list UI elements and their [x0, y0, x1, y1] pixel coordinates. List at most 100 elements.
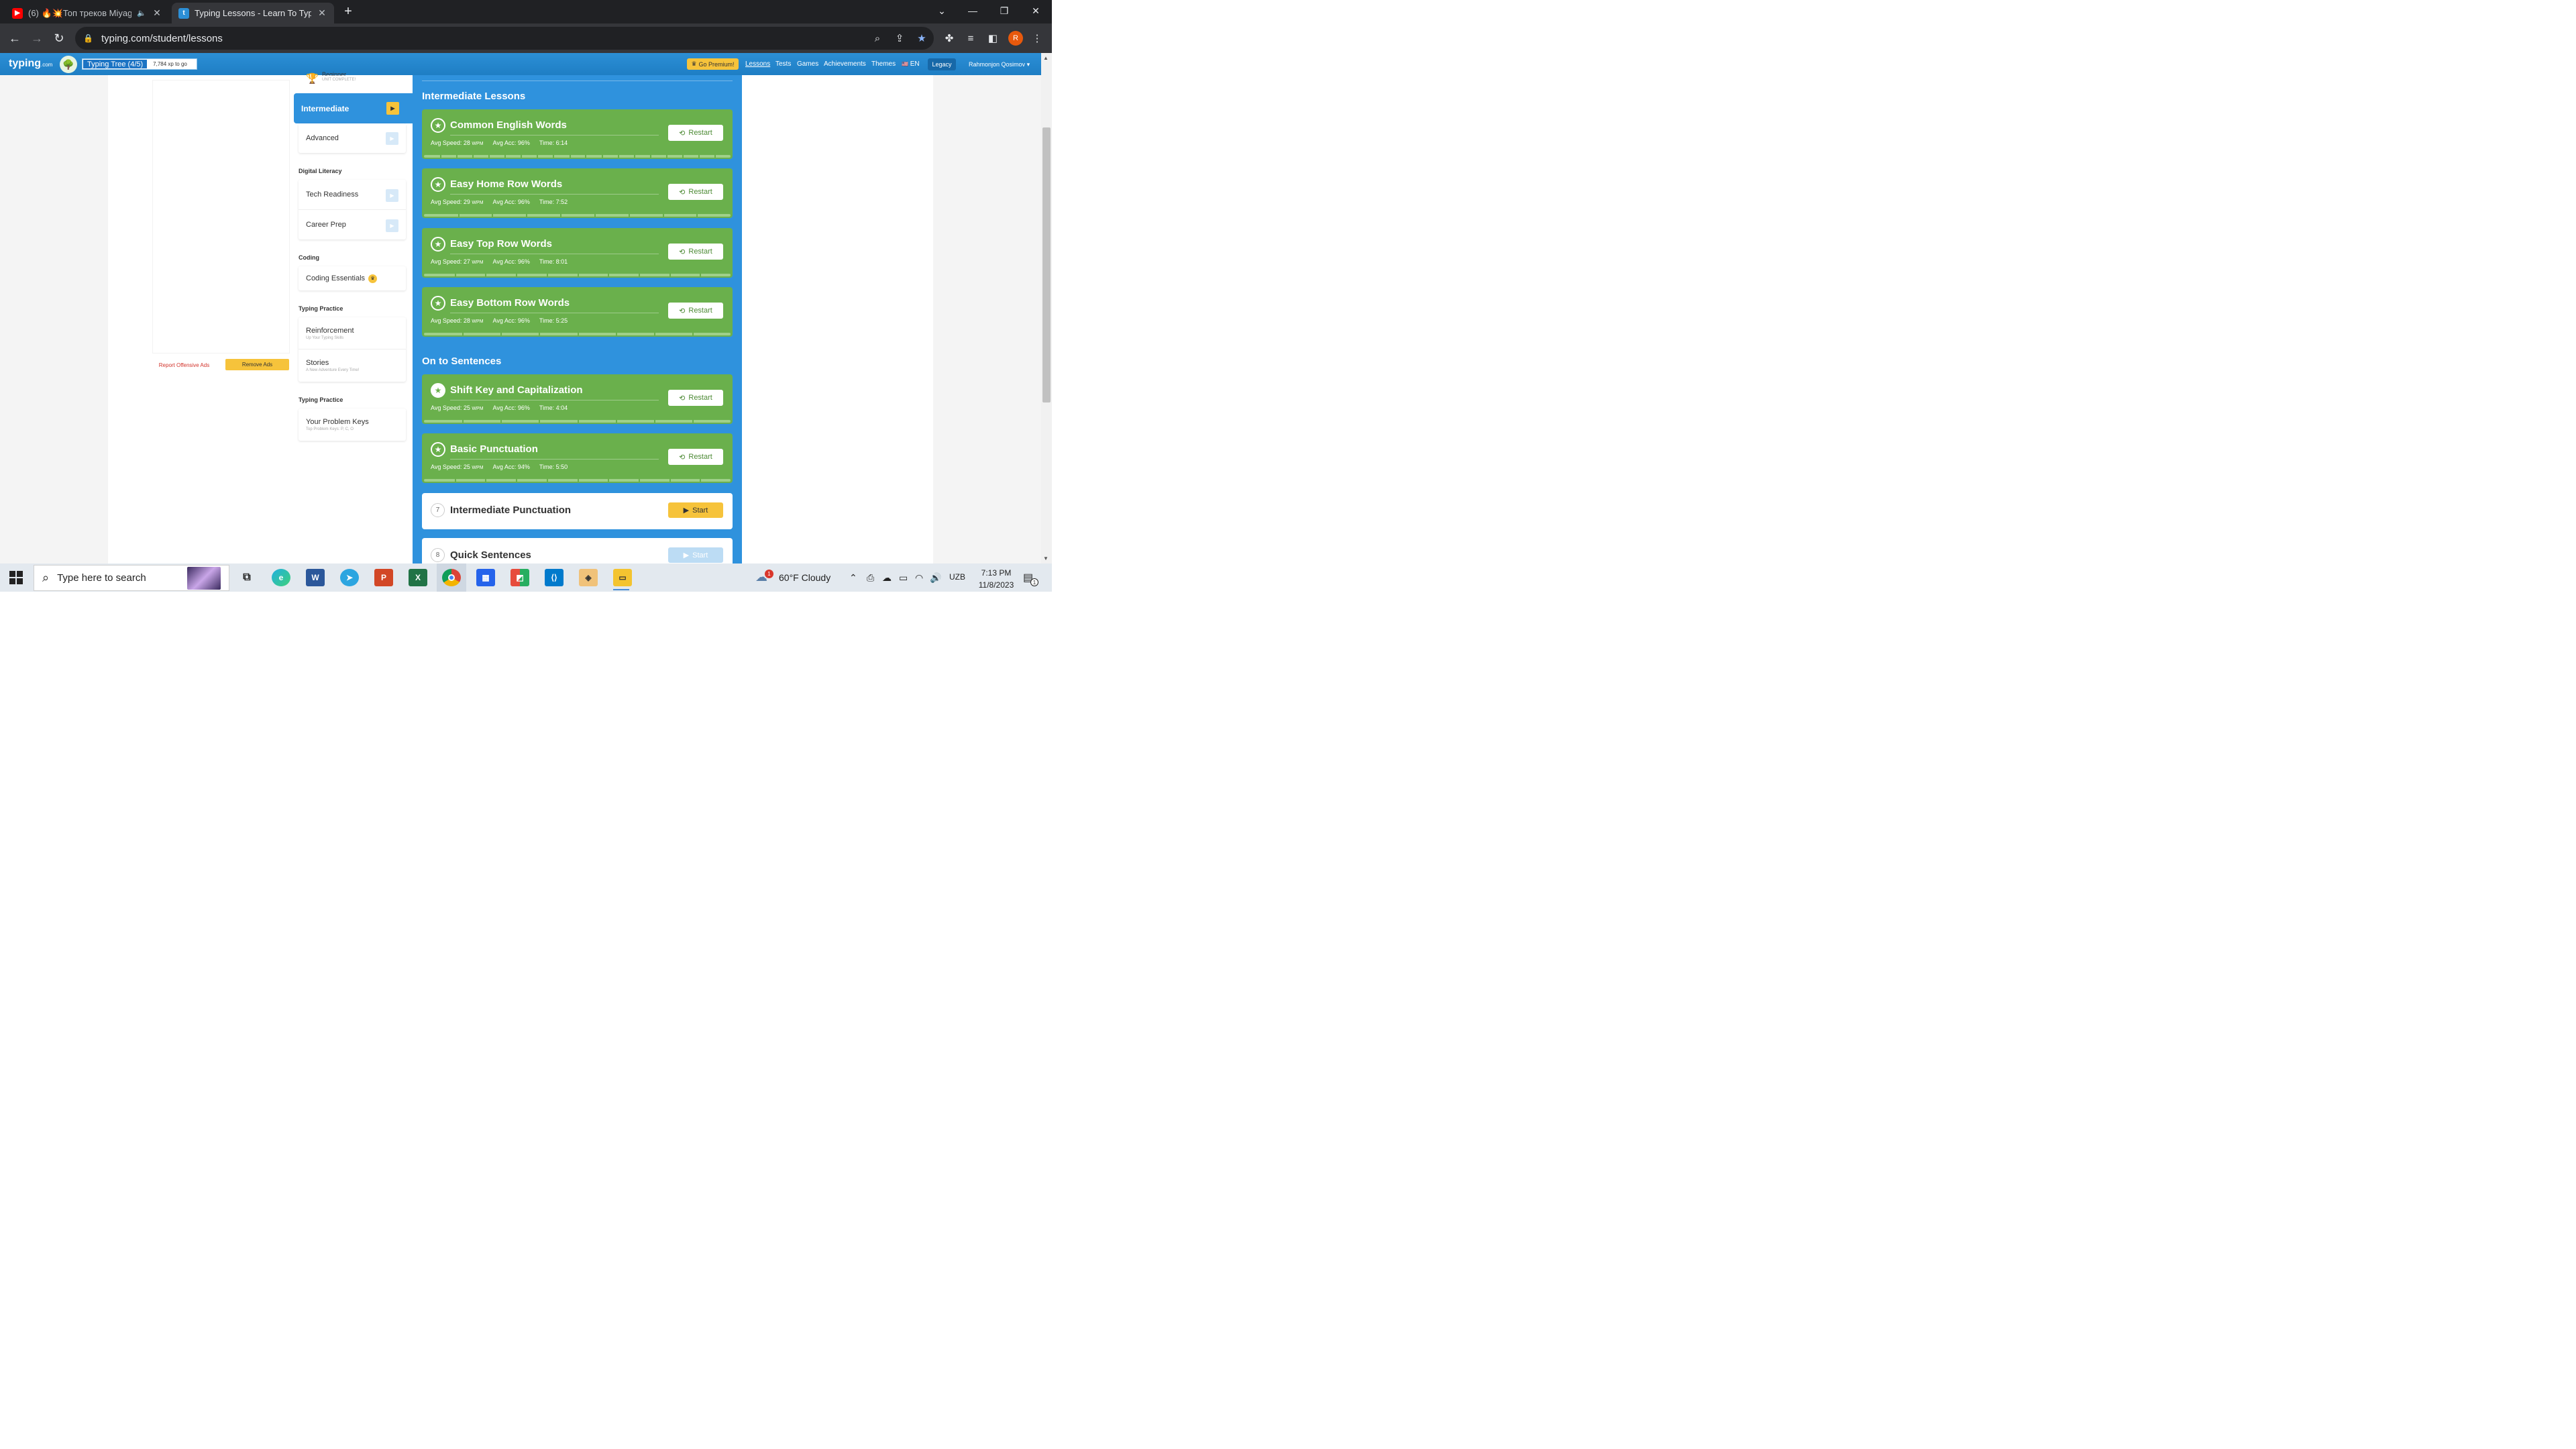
avg-accuracy: Avg Acc: 96% [493, 405, 530, 411]
start-button[interactable]: ▶ Start [668, 547, 723, 563]
lesson-card[interactable]: 7 Intermediate Punctuation ▶ Start [422, 493, 733, 529]
lesson-card[interactable]: ★ Easy Top Row Words Avg Speed: 27 WPM Avg … [422, 228, 733, 278]
battery-icon[interactable]: ▭ [899, 572, 908, 584]
volume-icon[interactable]: 🔊 [930, 572, 941, 584]
nav-achievements[interactable]: Achievements [824, 60, 866, 68]
profile-avatar[interactable]: R [1008, 31, 1023, 46]
powerpoint-icon[interactable]: P [374, 569, 393, 586]
sidebar-item-advanced[interactable]: Advanced ▶ [299, 123, 406, 153]
minimize-button[interactable]: — [957, 0, 988, 21]
legacy-button[interactable]: Legacy [928, 58, 956, 70]
close-window-button[interactable]: ✕ [1020, 0, 1051, 21]
tree-icon[interactable]: 🌳 [60, 56, 77, 73]
restart-button[interactable]: ⟲ Restart [668, 244, 723, 260]
nav-games[interactable]: Games [797, 60, 818, 68]
tab-title: (6) 🔥💥Топ треков Miyagi [28, 7, 132, 18]
reload-icon[interactable]: ↻ [51, 30, 67, 46]
task-view-icon[interactable]: ⧉ [237, 569, 256, 586]
taskbar-search-box[interactable]: ⌕ Type here to search [34, 565, 229, 591]
progress-segment-divider [488, 155, 490, 158]
sidebar-item-career-prep[interactable]: Career Prep ▶ [299, 210, 406, 239]
sidebar-item-beginner[interactable]: 🏆 Beginner UNIT COMPLETE! [299, 71, 406, 93]
clock[interactable]: 7:13 PM 11/8/2023 [966, 567, 1026, 591]
side-panel-icon[interactable]: ◧ [985, 30, 1001, 46]
progress-segment-divider [696, 214, 698, 217]
lock-icon[interactable]: 🔒 [83, 34, 93, 43]
wpm-unit: WPM [472, 260, 484, 265]
speaker-icon[interactable]: 🔈 [137, 9, 146, 17]
wifi-icon[interactable]: ◠ [915, 572, 923, 584]
progress-segment-divider [569, 155, 571, 158]
premium-crown-icon: ♛ [368, 274, 378, 283]
restart-button[interactable]: ⟲ Restart [668, 184, 723, 200]
bookmark-star-icon[interactable]: ★ [914, 30, 930, 46]
windows-start-icon[interactable] [9, 571, 23, 584]
go-premium-button[interactable]: ♛ Go Premium! [687, 58, 739, 70]
forward-icon[interactable]: → [29, 30, 45, 46]
photo-app-icon[interactable]: ◩ [511, 569, 529, 586]
sidebar-item-coding-essentials[interactable]: Coding Essentials ♛ [299, 266, 406, 290]
lesson-card[interactable]: ★ Easy Home Row Words Avg Speed: 29 WPM Avg… [422, 168, 733, 218]
lesson-card[interactable]: ★ Shift Key and Capitalization Avg Speed: … [422, 374, 733, 424]
sidebar-item-stories[interactable]: Stories A New Adventure Every Time! [299, 350, 406, 382]
share-icon[interactable]: ⇪ [892, 30, 908, 46]
telegram-icon[interactable]: ➤ [340, 569, 359, 586]
restart-button[interactable]: ⟲ Restart [668, 390, 723, 406]
back-icon[interactable]: ← [7, 30, 23, 46]
lesson-card[interactable]: ★ Common English Words Avg Speed: 28 WPM Av… [422, 109, 733, 159]
language-selector[interactable]: 🇺🇸 EN [902, 60, 920, 68]
restart-button[interactable]: ⟲ Restart [668, 303, 723, 319]
tab-youtube[interactable]: ▶ (6) 🔥💥Топ треков Miyagi 🔈 ✕ [5, 3, 169, 23]
start-button[interactable]: ▶ Start [668, 502, 723, 518]
kebab-menu-icon[interactable]: ⋮ [1029, 30, 1045, 46]
sidebar-group-digital-literacy: Tech Readiness ▶ Career Prep ▶ [299, 180, 406, 239]
close-tab-icon[interactable]: ✕ [152, 7, 162, 19]
nav-tests[interactable]: Tests [775, 60, 791, 68]
restore-button[interactable]: ❐ [989, 0, 1020, 21]
new-tab-button[interactable]: + [341, 4, 356, 19]
lesson-card[interactable]: ★ Basic Punctuation Avg Speed: 25 WPM Avg A… [422, 433, 733, 483]
remove-ads-button[interactable]: Remove Ads [225, 359, 289, 370]
sidebar-item-reinforcement[interactable]: Reinforcement Up Your Typing Skills [299, 317, 406, 350]
progress-segment-divider [472, 155, 474, 158]
chevron-up-icon[interactable]: ⌃ [849, 572, 857, 584]
progress-segment-divider [537, 155, 539, 158]
device-icon[interactable]: ⎙ [867, 572, 874, 584]
vscode-icon[interactable]: ⟨⟩ [545, 569, 564, 586]
weather-text[interactable]: 60°F Cloudy [779, 572, 830, 583]
nav-lessons[interactable]: Lessons [745, 60, 770, 68]
input-language[interactable]: UZB [949, 572, 965, 582]
scrollbar-thumb[interactable] [1042, 127, 1051, 402]
address-bar[interactable]: 🔒 typing.com/student/lessons [75, 27, 934, 50]
media-controls-icon[interactable]: ≡ [963, 30, 979, 46]
close-tab-icon[interactable]: ✕ [317, 7, 327, 19]
sidebar-item-problem-keys[interactable]: Your Problem Keys Top Problem Keys: P, C,… [299, 409, 406, 441]
chrome-icon[interactable] [442, 569, 461, 586]
nav-themes[interactable]: Themes [871, 60, 896, 68]
onedrive-cloud-icon[interactable]: ☁ [882, 572, 892, 584]
scroll-down-arrow-icon[interactable]: ▼ [1043, 555, 1049, 561]
report-ads-link[interactable]: Report Offensive Ads [152, 360, 216, 370]
typing-tree-progress[interactable]: Typing Tree (4/5) 7,784 xp to go [82, 58, 197, 70]
file-explorer-icon[interactable]: ▭ [613, 569, 632, 586]
scroll-up-arrow-icon[interactable]: ▲ [1043, 55, 1049, 61]
restart-button[interactable]: ⟲ Restart [668, 125, 723, 141]
lesson-card[interactable]: ★ Easy Bottom Row Words Avg Speed: 28 WPM A… [422, 287, 733, 337]
caret-down-icon: ▾ [1026, 61, 1030, 68]
site-logo[interactable]: typing.com [9, 58, 52, 70]
word-icon[interactable]: W [306, 569, 325, 586]
layers-icon[interactable]: ◈ [579, 569, 598, 586]
sidebar-item-intermediate[interactable]: Intermediate ▶ [294, 93, 413, 123]
tab-typing[interactable]: t Typing Lessons - Learn To Type ✕ [172, 3, 334, 23]
edge-icon[interactable]: e [272, 569, 290, 586]
progress-segment-divider [653, 333, 655, 335]
sidebar-item-tech-readiness[interactable]: Tech Readiness ▶ [299, 180, 406, 210]
extensions-icon[interactable]: ✤ [941, 30, 957, 46]
calendar-icon[interactable]: ▦ [476, 569, 495, 586]
zoom-icon[interactable]: ⌕ [869, 30, 885, 46]
user-menu[interactable]: Rahmonjon Qosimov ▾ [969, 61, 1030, 68]
restart-button[interactable]: ⟲ Restart [668, 449, 723, 465]
tab-search-icon[interactable]: ⌄ [926, 0, 957, 21]
excel-icon[interactable]: X [409, 569, 427, 586]
section-coding: Coding [299, 254, 319, 261]
